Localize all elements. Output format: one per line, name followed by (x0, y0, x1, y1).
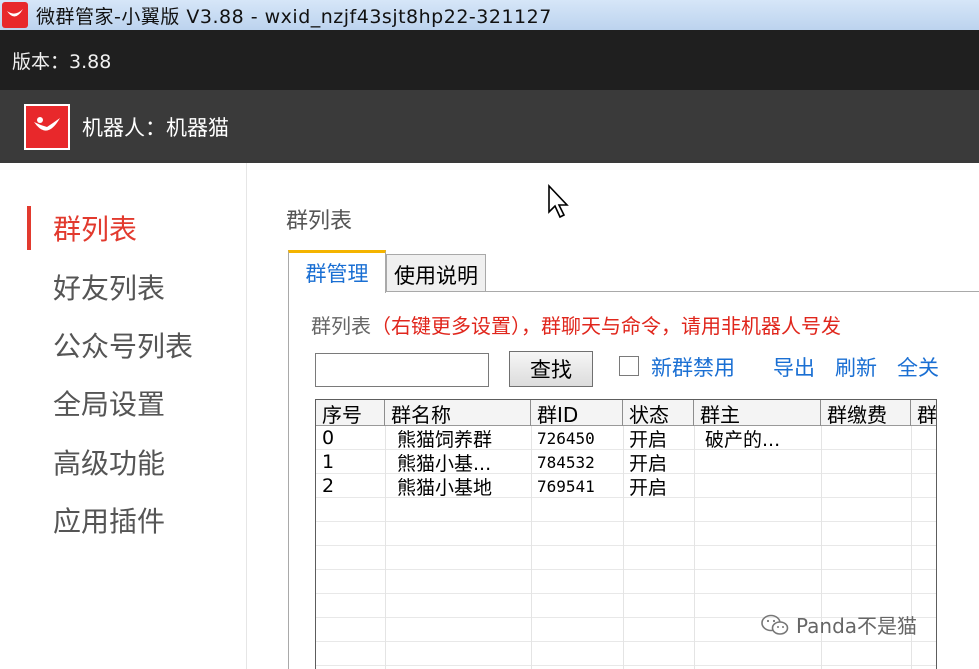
export-link[interactable]: 导出 (773, 352, 815, 382)
cell-owner: 破产的... (705, 428, 781, 451)
active-nav-marker (27, 206, 31, 250)
cell-index: 1 (322, 451, 335, 473)
search-input[interactable] (315, 353, 489, 387)
new-group-disable-checkbox[interactable] (619, 356, 639, 376)
column-header-group-name[interactable]: 群名称 (385, 400, 531, 426)
cell-group-id: 769541 (537, 476, 595, 496)
cell-owner (699, 474, 821, 498)
version-label: 版本：3.88 (12, 50, 112, 73)
close-all-link[interactable]: 全关 (897, 352, 939, 382)
sidebar: 群列表 好友列表 公众号列表 全局设置 高级功能 应用插件 (0, 163, 247, 669)
cell-group-name: 熊猫小基... (397, 452, 492, 475)
robot-name: 机器人：机器猫 (82, 115, 229, 140)
new-group-disable-label[interactable]: 新群禁用 (651, 352, 735, 382)
mouse-cursor-icon (548, 184, 569, 219)
watermark-text: Panda不是猫 (796, 614, 918, 638)
cell-status: 开启 (629, 452, 668, 475)
cell-index: 0 (322, 427, 335, 449)
column-header-index[interactable]: 序号 (316, 400, 385, 426)
cell-group-id: 784532 (537, 452, 595, 472)
cell-status: 开启 (629, 428, 668, 451)
cell-group-name: 熊猫小基地 (397, 476, 493, 499)
page-title: 群列表 (286, 209, 353, 234)
column-header-fee[interactable]: 群缴费 (821, 400, 911, 426)
table-row[interactable]: 1 熊猫小基... 784532 开启 (316, 450, 936, 474)
version-bar: 版本：3.88 (0, 30, 979, 90)
sidebar-item-group-list[interactable]: 群列表 (53, 208, 137, 248)
sidebar-item-advanced[interactable]: 高级功能 (53, 442, 165, 482)
find-button[interactable]: 查找 (509, 351, 593, 387)
robot-bar: 机器人：机器猫 (0, 90, 979, 163)
window-title: 微群管家-小翼版 V3.88 - wxid_nzjf43sjt8hp22-321… (36, 5, 552, 28)
refresh-link[interactable]: 刷新 (835, 352, 877, 382)
column-header-status[interactable]: 状态 (623, 400, 694, 426)
hint-prefix: 群列表 (311, 314, 371, 338)
tab-instructions[interactable]: 使用说明 (386, 254, 486, 294)
cell-group-name: 熊猫饲养群 (397, 428, 493, 451)
heart-logo-icon (2, 2, 28, 28)
watermark: Panda不是猫 (760, 610, 917, 639)
wechat-icon (761, 614, 789, 635)
column-header-owner[interactable]: 群主 (694, 400, 821, 426)
column-header-group-id[interactable]: 群ID (531, 400, 623, 426)
cell-group-id: 726450 (537, 428, 595, 448)
tab-group-management[interactable]: 群管理 (288, 250, 386, 293)
column-header-more[interactable]: 群 (911, 400, 936, 427)
table-row[interactable]: 0 熊猫饲养群 726450 开启 破产的... (316, 426, 936, 450)
window-titlebar: 微群管家-小翼版 V3.88 - wxid_nzjf43sjt8hp22-321… (0, 0, 979, 30)
cell-status: 开启 (629, 476, 668, 499)
table-header: 序号 群名称 群ID 状态 群主 群缴费 群 (316, 400, 936, 426)
main-content: 群列表 群管理 使用说明 群列表（右键更多设置），群聊天与命令，请用非机器人号发… (248, 163, 979, 669)
sidebar-item-global-settings[interactable]: 全局设置 (53, 383, 165, 423)
hint-warning: （右键更多设置），群聊天与命令，请用非机器人号发 (371, 314, 841, 338)
hint-text: 群列表（右键更多设置），群聊天与命令，请用非机器人号发 (311, 310, 841, 339)
sidebar-item-official-accounts[interactable]: 公众号列表 (53, 325, 193, 365)
sidebar-item-friend-list[interactable]: 好友列表 (53, 267, 165, 307)
heart-logo-icon (24, 103, 70, 150)
table-row[interactable]: 2 熊猫小基地 769541 开启 (316, 474, 936, 498)
sidebar-item-plugins[interactable]: 应用插件 (53, 500, 165, 540)
cell-owner (699, 450, 821, 474)
cell-index: 2 (322, 475, 335, 497)
